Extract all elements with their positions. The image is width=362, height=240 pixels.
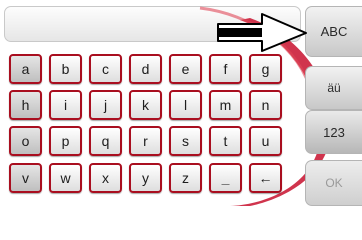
- key-label: z: [182, 170, 189, 186]
- ok-label: OK: [325, 176, 343, 190]
- key-label: d: [141, 61, 150, 77]
- key-p[interactable]: p: [49, 126, 82, 156]
- key-label: n: [261, 97, 270, 113]
- key-label: h: [21, 97, 30, 113]
- backspace-key[interactable]: ←: [249, 163, 282, 193]
- key-label: b: [61, 61, 70, 77]
- space-key[interactable]: _: [209, 163, 242, 193]
- key-k[interactable]: k: [129, 90, 162, 120]
- ok-button[interactable]: OK: [305, 160, 362, 206]
- umlaut-mode-button[interactable]: äü: [305, 66, 362, 110]
- key-label: _: [221, 170, 230, 186]
- key-h[interactable]: h: [9, 90, 42, 120]
- key-label: v: [22, 170, 29, 186]
- key-s[interactable]: s: [169, 126, 202, 156]
- key-label: u: [261, 133, 270, 149]
- key-label: l: [183, 97, 188, 113]
- key-i[interactable]: i: [49, 90, 82, 120]
- text-input-field[interactable]: [4, 6, 301, 42]
- key-label: c: [102, 61, 109, 77]
- key-r[interactable]: r: [129, 126, 162, 156]
- key-g[interactable]: g: [249, 54, 282, 84]
- key-x[interactable]: x: [89, 163, 122, 193]
- key-e[interactable]: e: [169, 54, 202, 84]
- key-j[interactable]: j: [89, 90, 122, 120]
- umlaut-mode-label: äü: [327, 81, 341, 95]
- key-v[interactable]: v: [9, 163, 42, 193]
- key-m[interactable]: m: [209, 90, 242, 120]
- key-label: s: [182, 133, 189, 149]
- key-b[interactable]: b: [49, 54, 82, 84]
- key-label: r: [143, 133, 148, 149]
- key-label: w: [60, 170, 71, 186]
- key-label: g: [261, 61, 270, 77]
- key-label: p: [61, 133, 70, 149]
- key-l[interactable]: l: [169, 90, 202, 120]
- backspace-icon: ←: [258, 170, 273, 186]
- key-label: y: [142, 170, 149, 186]
- key-label: t: [223, 133, 228, 149]
- key-o[interactable]: o: [9, 126, 42, 156]
- key-label: f: [223, 61, 228, 77]
- key-label: o: [21, 133, 30, 149]
- key-label: a: [21, 61, 30, 77]
- key-label: q: [101, 133, 110, 149]
- key-d[interactable]: d: [129, 54, 162, 84]
- key-u[interactable]: u: [249, 126, 282, 156]
- key-y[interactable]: y: [129, 163, 162, 193]
- key-label: k: [142, 97, 149, 113]
- key-n[interactable]: n: [249, 90, 282, 120]
- key-label: j: [103, 97, 108, 113]
- abc-mode-button[interactable]: ABC: [305, 6, 362, 57]
- key-q[interactable]: q: [89, 126, 122, 156]
- abc-mode-label: ABC: [320, 24, 348, 39]
- key-t[interactable]: t: [209, 126, 242, 156]
- key-w[interactable]: w: [49, 163, 82, 193]
- numbers-mode-button[interactable]: 123: [305, 110, 362, 154]
- key-c[interactable]: c: [89, 54, 122, 84]
- key-label: e: [181, 61, 190, 77]
- keyboard-screen: a b c d e f g h i j k l m n o p q r s t u v w x y z _ ← ABC äü 123 …: [0, 0, 362, 206]
- key-label: x: [102, 170, 109, 186]
- key-label: i: [63, 97, 68, 113]
- key-z[interactable]: z: [169, 163, 202, 193]
- key-label: m: [219, 97, 232, 113]
- key-a[interactable]: a: [9, 54, 42, 84]
- key-f[interactable]: f: [209, 54, 242, 84]
- numbers-mode-label: 123: [323, 124, 345, 140]
